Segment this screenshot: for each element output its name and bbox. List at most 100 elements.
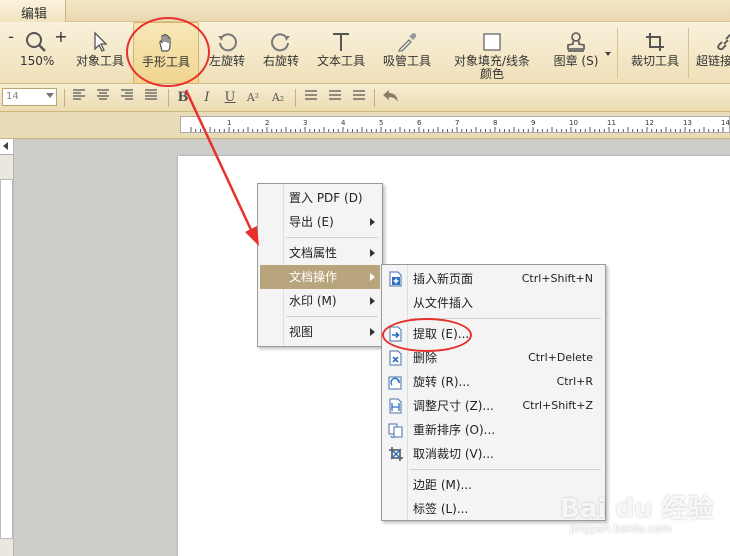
undo-icon[interactable]	[381, 89, 401, 107]
watermark-brand: Bai du 经验	[560, 494, 714, 524]
magnifier-icon	[26, 32, 46, 52]
submenu-arrow-icon	[370, 249, 375, 257]
align-right-icon[interactable]	[117, 89, 137, 107]
chevron-down-icon	[46, 93, 54, 98]
menu-separator	[410, 469, 601, 470]
ruler-tick-label: 14	[721, 119, 729, 127]
annotation-circle-extract	[382, 318, 472, 352]
rotate-left-icon	[218, 33, 237, 52]
toolbar-separator	[295, 89, 296, 107]
format-toolbar: 14 B I U A² A₂	[0, 84, 730, 112]
ruler-tick-label: 9	[531, 119, 535, 127]
submenu-arrow-icon	[370, 297, 375, 305]
bold-button[interactable]: B	[173, 89, 193, 107]
align-left-icon[interactable]	[69, 89, 89, 107]
ruler-tick-label: 12	[645, 119, 654, 127]
uncrop-icon	[389, 447, 403, 461]
chevron-left-icon	[3, 142, 8, 150]
underline-button[interactable]: U	[220, 89, 240, 107]
link-tool-button[interactable]: 超链接	[692, 22, 730, 84]
eyedropper-icon	[397, 33, 417, 52]
delete-page-icon	[389, 350, 402, 366]
ribbon-toolbar: - 150% + 对象工具 手形工具 左旋转 右旋转 文本工具 吸管工具 对象填…	[0, 22, 730, 84]
horizontal-ruler: 1 2 3 4 5 6 7 8 9 10 11 12 13 14	[180, 116, 730, 133]
font-size-select[interactable]: 14	[2, 88, 57, 106]
superscript-button[interactable]: A²	[243, 89, 263, 107]
ruler-tick-label: 8	[493, 119, 497, 127]
ruler-tick-label: 5	[379, 119, 383, 127]
zoom-out-button[interactable]: -	[4, 22, 18, 84]
align-center-icon[interactable]	[93, 89, 113, 107]
submenu-arrow-icon	[370, 273, 375, 281]
menu-item-doc-operations[interactable]: 文档操作	[260, 265, 380, 289]
ruler-tick-label: 7	[455, 119, 459, 127]
menu-item-insert-page[interactable]: 插入新页面 Ctrl+Shift+N	[384, 267, 603, 291]
ruler-tick-label: 6	[417, 119, 422, 127]
object-tool-button[interactable]: 对象工具	[72, 22, 128, 84]
text-tool-button[interactable]: 文本工具	[313, 22, 369, 84]
menu-item-resize[interactable]: 调整尺寸 (Z)... Ctrl+Shift+Z	[384, 394, 603, 418]
toolbar-separator	[168, 89, 169, 107]
context-menu: 置入 PDF (D) 导出 (E) 文档属性 文档操作 水印 (M) 视图	[257, 183, 383, 347]
stamp-icon	[567, 32, 585, 52]
stamp-dropdown-icon[interactable]	[603, 22, 613, 84]
zoom-in-button[interactable]: +	[54, 22, 68, 84]
crop-tool-button[interactable]: 裁切工具	[626, 22, 684, 84]
ruler-tick-label: 3	[303, 119, 307, 127]
menu-separator	[286, 316, 378, 317]
indent-icon[interactable]	[349, 89, 369, 107]
zoom-level: 150%	[20, 54, 55, 68]
annotation-circle-hand-tool	[126, 17, 210, 87]
line-spacing-icon[interactable]	[301, 89, 321, 107]
menu-item-export[interactable]: 导出 (E)	[260, 210, 380, 234]
menu-item-doc-properties[interactable]: 文档属性	[260, 241, 380, 265]
ruler-tick-label: 10	[569, 119, 578, 127]
ruler-tick-label: 2	[265, 119, 269, 127]
pointer-icon	[94, 31, 108, 52]
crop-icon	[646, 33, 664, 51]
menu-item-watermark[interactable]: 水印 (M)	[260, 289, 380, 313]
ribbon-separator	[617, 28, 618, 78]
paragraph-spacing-icon[interactable]	[325, 89, 345, 107]
text-t-icon	[333, 33, 349, 51]
align-justify-icon[interactable]	[141, 89, 161, 107]
fill-color-button[interactable]: 对象填充/线条颜色	[444, 22, 540, 84]
watermark-url: jingyan.baidu.com	[570, 522, 672, 535]
zoom-group[interactable]: 150%	[20, 22, 55, 84]
eyedropper-button[interactable]: 吸管工具	[378, 22, 436, 84]
color-square-icon	[483, 33, 501, 51]
tab-edit[interactable]: 编辑	[0, 0, 66, 23]
link-icon	[717, 34, 730, 51]
insert-page-icon	[389, 271, 402, 287]
ruler-tick-label: 13	[683, 119, 692, 127]
menu-item-place-pdf[interactable]: 置入 PDF (D)	[260, 186, 380, 210]
toolbar-separator	[374, 89, 375, 107]
chevron-down-icon	[605, 52, 611, 56]
menu-separator	[286, 237, 378, 238]
menu-item-view[interactable]: 视图	[260, 320, 380, 344]
ruler-tick-label: 4	[341, 119, 346, 127]
rotate-right-button[interactable]: 右旋转	[257, 22, 305, 84]
toolbar-separator	[64, 89, 65, 107]
submenu-arrow-icon	[370, 218, 375, 226]
ruler-tick-label: 1	[227, 119, 231, 127]
resize-page-icon	[389, 398, 402, 414]
italic-button[interactable]: I	[197, 89, 217, 107]
rotate-right-icon	[271, 33, 290, 52]
ruler-tick-label: 11	[607, 119, 616, 127]
menu-item-insert-from-file[interactable]: 从文件插入	[384, 291, 603, 315]
tab-strip: 编辑	[0, 0, 730, 23]
rotate-left-button[interactable]: 左旋转	[203, 22, 251, 84]
panel-collapse-button[interactable]	[0, 139, 13, 155]
stamp-button[interactable]: 图章 (S)	[548, 22, 604, 84]
menu-item-uncrop[interactable]: 取消裁切 (V)...	[384, 442, 603, 466]
thumbnail-pane[interactable]	[0, 179, 13, 539]
menu-item-rotate[interactable]: 旋转 (R)... Ctrl+R	[384, 370, 603, 394]
left-panel	[0, 139, 14, 556]
menu-item-reorder[interactable]: 重新排序 (O)...	[384, 418, 603, 442]
doc-operations-submenu: 插入新页面 Ctrl+Shift+N 从文件插入 提取 (E)... 删除 Ct…	[381, 264, 606, 521]
subscript-button[interactable]: A₂	[268, 89, 288, 107]
ruler-ticks: 1 2 3 4 5 6 7 8 9 10 11 12 13 14	[190, 119, 729, 132]
ribbon-separator	[688, 28, 689, 78]
submenu-arrow-icon	[370, 328, 375, 336]
